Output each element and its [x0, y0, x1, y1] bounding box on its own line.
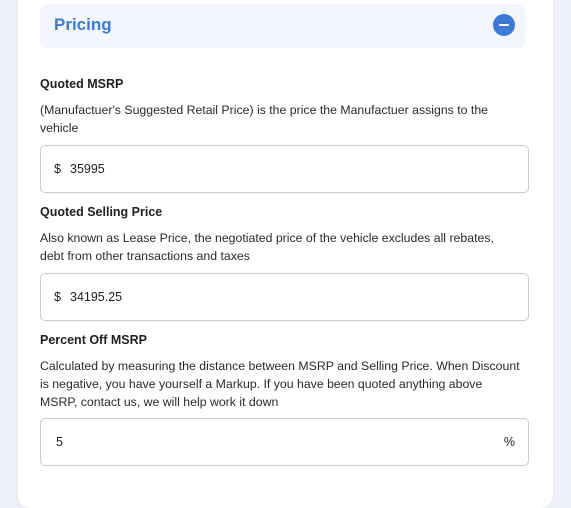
percent-suffix: % — [503, 435, 515, 449]
selling-price-label: Quoted Selling Price — [40, 205, 163, 219]
pricing-card: Pricing Quoted MSRP (Manufactuer's Sugge… — [18, 0, 553, 508]
collapse-minus-icon[interactable] — [493, 14, 515, 36]
selling-price-input[interactable]: $ 34195.25 — [40, 273, 529, 321]
percent-off-description: Calculated by measuring the distance bet… — [40, 359, 520, 409]
msrp-description: (Manufactuer's Suggested Retail Price) i… — [40, 103, 488, 135]
pricing-section-header[interactable]: Pricing — [40, 4, 526, 48]
percent-off-label: Percent Off MSRP — [40, 333, 147, 347]
msrp-label: Quoted MSRP — [40, 77, 124, 91]
selling-price-description: Also known as Lease Price, the negotiate… — [40, 231, 494, 263]
selling-price-currency-prefix: $ — [54, 290, 61, 304]
minus-bar — [499, 24, 509, 26]
msrp-value: 35995 — [70, 162, 105, 176]
percent-off-input[interactable]: 5 % — [40, 418, 529, 466]
selling-price-value: 34195.25 — [70, 290, 123, 304]
msrp-currency-prefix: $ — [54, 162, 61, 176]
msrp-input[interactable]: $ 35995 — [40, 145, 529, 193]
percent-off-value: 5 — [56, 435, 63, 449]
section-title: Pricing — [54, 15, 112, 34]
